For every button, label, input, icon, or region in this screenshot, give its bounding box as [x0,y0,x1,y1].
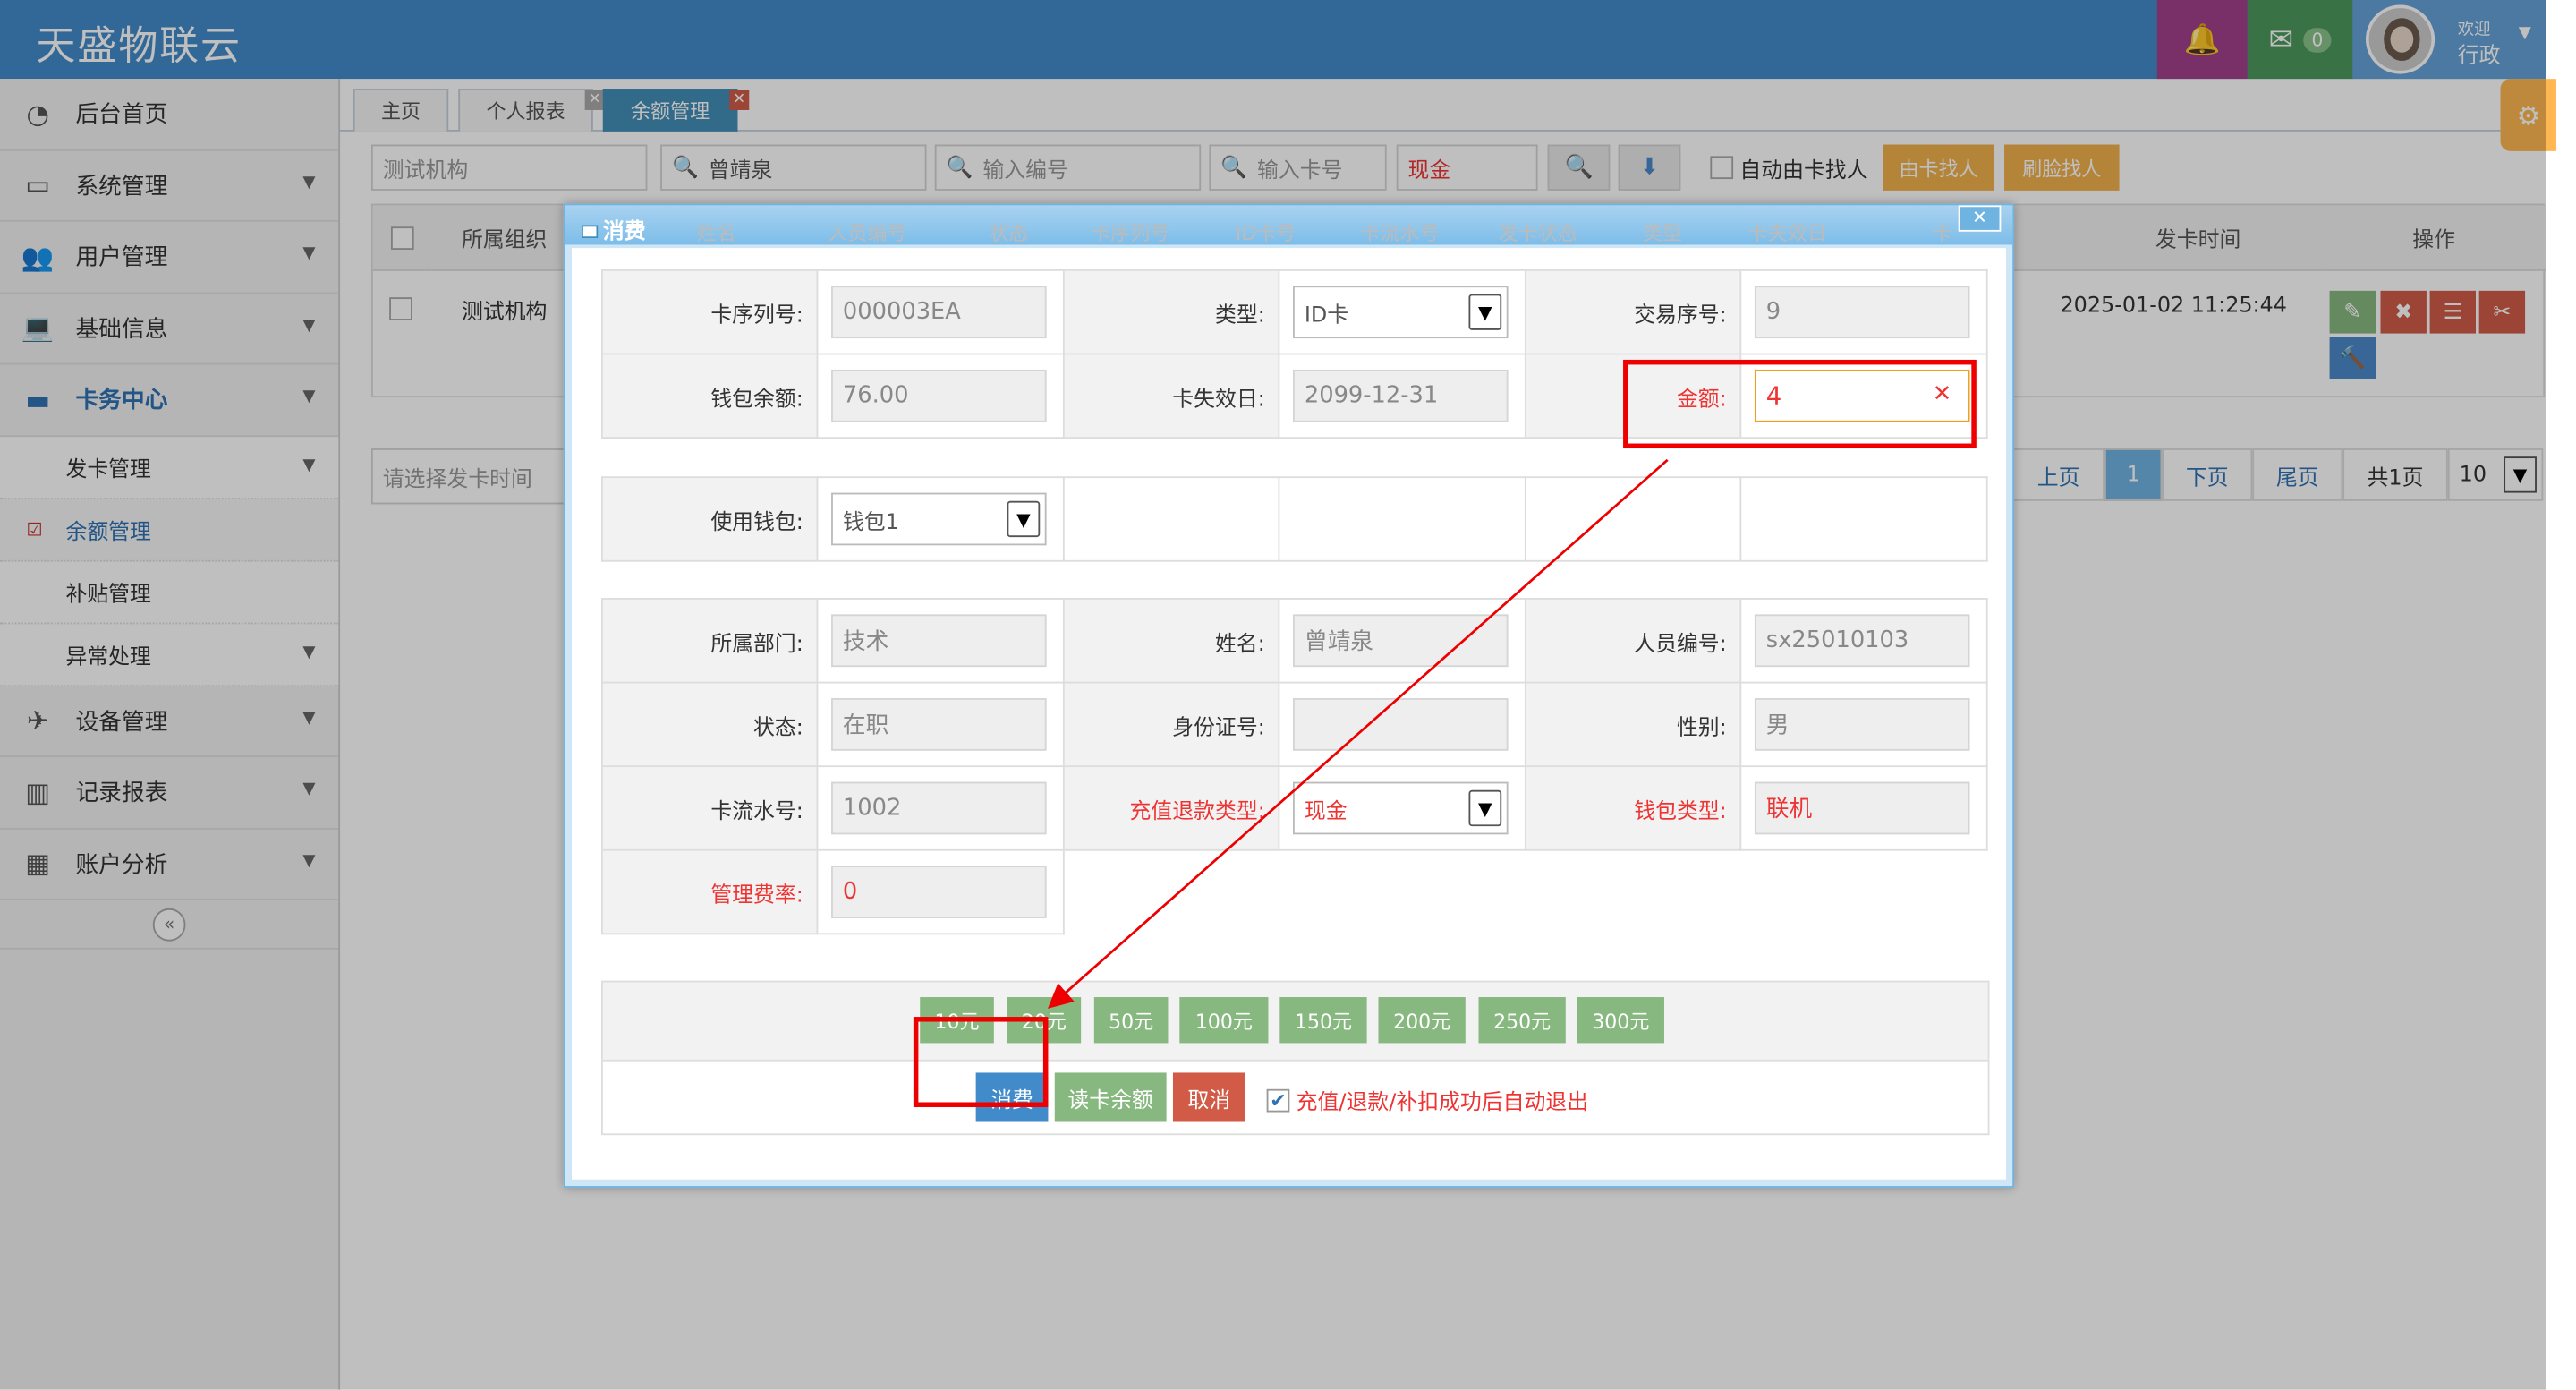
annotation-arrow [1047,458,1669,1009]
